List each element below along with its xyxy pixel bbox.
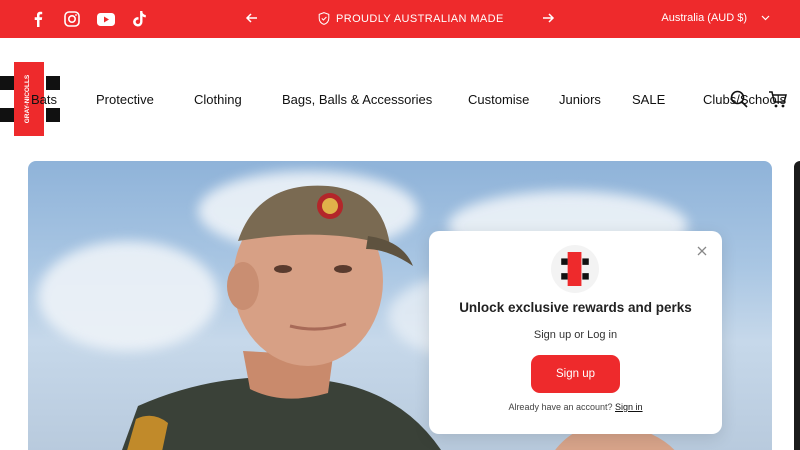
shield-check-icon	[318, 12, 330, 25]
facebook-icon[interactable]	[28, 9, 48, 29]
nav-item-protective[interactable]: Protective	[96, 92, 154, 107]
popup-headline: Unlock exclusive rewards and perks	[459, 300, 692, 315]
popup-subtext: Sign up or Log in	[533, 329, 618, 341]
popup-logo	[551, 245, 599, 293]
chevron-down-icon	[761, 15, 770, 21]
nav-item-bats[interactable]: Bats	[31, 92, 57, 107]
tiktok-icon[interactable]	[130, 9, 150, 29]
previous-arrow-icon[interactable]	[244, 10, 260, 26]
sign-up-button[interactable]: Sign up	[531, 355, 620, 393]
sign-in-prompt: Already have an account? Sign in	[429, 402, 722, 412]
nav-item-sale[interactable]: SALE	[632, 92, 665, 107]
nav-item-bags-balls-accessories[interactable]: Bags, Balls & Accessories	[282, 92, 432, 107]
site-header: GRAY-NICOLLS Bats Protective Clothing Ba…	[0, 38, 800, 160]
close-icon[interactable]	[696, 245, 708, 257]
sign-in-link[interactable]: Sign in	[615, 402, 643, 412]
cart-icon[interactable]	[768, 89, 788, 109]
brand-logo-small	[561, 252, 589, 286]
instagram-icon[interactable]	[62, 9, 82, 29]
nav-item-juniors[interactable]: Juniors	[559, 92, 601, 107]
next-slide-edge	[794, 161, 800, 450]
nav-item-clothing[interactable]: Clothing	[194, 92, 242, 107]
announcement-message: PROUDLY AUSTRALIAN MADE	[318, 12, 504, 25]
locale-selector[interactable]: Australia (AUD $)	[661, 12, 770, 24]
search-icon[interactable]	[729, 89, 749, 109]
logo-text: GRAY-NICOLLS	[24, 74, 31, 123]
nav-item-customise[interactable]: Customise	[468, 92, 529, 107]
announcement-text: PROUDLY AUSTRALIAN MADE	[336, 12, 504, 25]
social-links	[28, 9, 150, 29]
announcement-bar: PROUDLY AUSTRALIAN MADE Australia (AUD $…	[0, 0, 800, 38]
rewards-popup: Unlock exclusive rewards and perks Sign …	[429, 231, 722, 434]
already-account-text: Already have an account?	[508, 402, 613, 412]
youtube-icon[interactable]	[96, 9, 116, 29]
next-arrow-icon[interactable]	[540, 10, 556, 26]
locale-label: Australia (AUD $)	[661, 12, 747, 24]
